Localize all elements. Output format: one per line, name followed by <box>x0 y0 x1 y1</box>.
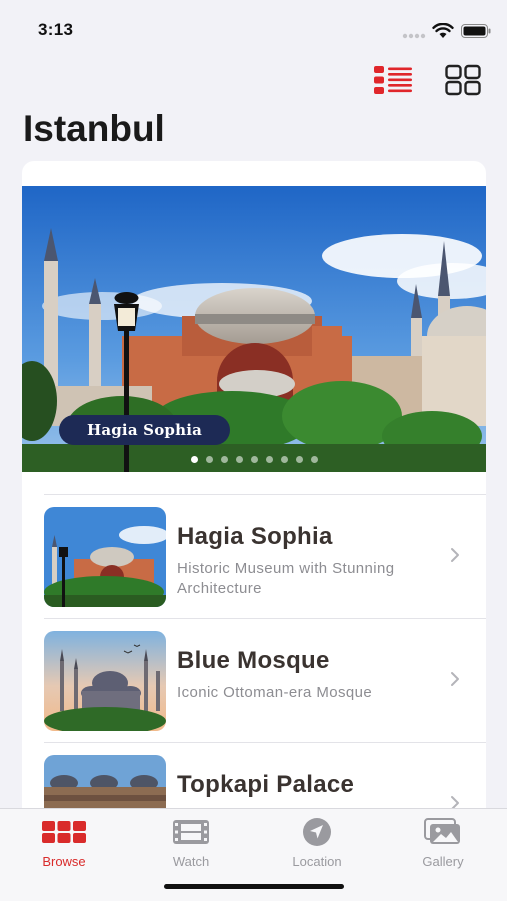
list-item-hagia-sophia[interactable]: Hagia Sophia Historic Museum with Stunni… <box>22 495 486 619</box>
chevron-right-icon <box>451 548 459 562</box>
home-indicator <box>164 884 344 889</box>
place-thumbnail <box>44 507 166 607</box>
tab-label: Location <box>292 854 342 869</box>
tab-browse[interactable]: Browse <box>9 817 119 869</box>
place-description: Historic Museum with Stunning Architectu… <box>177 560 395 597</box>
grid-view-button[interactable] <box>445 64 481 101</box>
status-bar: 3:13 <box>0 0 507 60</box>
page-title: Istanbul <box>23 108 165 149</box>
photos-icon <box>424 818 460 844</box>
place-name: Topkapi Palace <box>177 771 355 798</box>
page-dot[interactable] <box>280 456 288 463</box>
tab-label: Gallery <box>422 854 464 869</box>
place-description: Iconic Ottoman-era Mosque <box>177 684 373 701</box>
hero-carousel[interactable]: Hagia Sophia <box>22 186 486 472</box>
carousel-page-indicator[interactable] <box>22 456 486 463</box>
list-view-icon <box>374 66 412 94</box>
tab-location[interactable]: Location <box>262 817 372 869</box>
list-view-button[interactable] <box>373 64 413 101</box>
location-arrow-icon <box>303 818 331 846</box>
battery-icon <box>461 24 491 38</box>
tab-label: Watch <box>172 854 210 869</box>
page-dot[interactable] <box>310 456 318 463</box>
tab-label: Browse <box>42 854 86 869</box>
page-dot[interactable] <box>190 456 198 463</box>
chevron-right-icon <box>451 672 459 686</box>
place-name: Blue Mosque <box>177 647 330 674</box>
wifi-icon <box>432 23 454 38</box>
page-dot[interactable] <box>205 456 213 463</box>
tab-watch[interactable]: Watch <box>136 817 246 869</box>
film-icon <box>173 820 209 844</box>
list-item-blue-mosque[interactable]: Blue Mosque Iconic Ottoman-era Mosque <box>22 619 486 743</box>
place-thumbnail <box>44 631 166 731</box>
signal-dots-icon <box>402 33 426 39</box>
page-dot[interactable] <box>265 456 273 463</box>
status-time: 3:13 <box>38 20 74 39</box>
grid-view-icon <box>445 64 481 96</box>
place-name: Hagia Sophia <box>177 523 333 550</box>
grid-icon <box>42 821 86 843</box>
page-dot[interactable] <box>295 456 303 463</box>
page-dot[interactable] <box>250 456 258 463</box>
tab-gallery[interactable]: Gallery <box>388 817 498 869</box>
page-dot[interactable] <box>235 456 243 463</box>
places-card: Hagia Sophia Hagia Sophia Historic Museu… <box>22 161 486 821</box>
hero-caption: Hagia Sophia <box>59 415 230 445</box>
page-dot[interactable] <box>220 456 228 463</box>
